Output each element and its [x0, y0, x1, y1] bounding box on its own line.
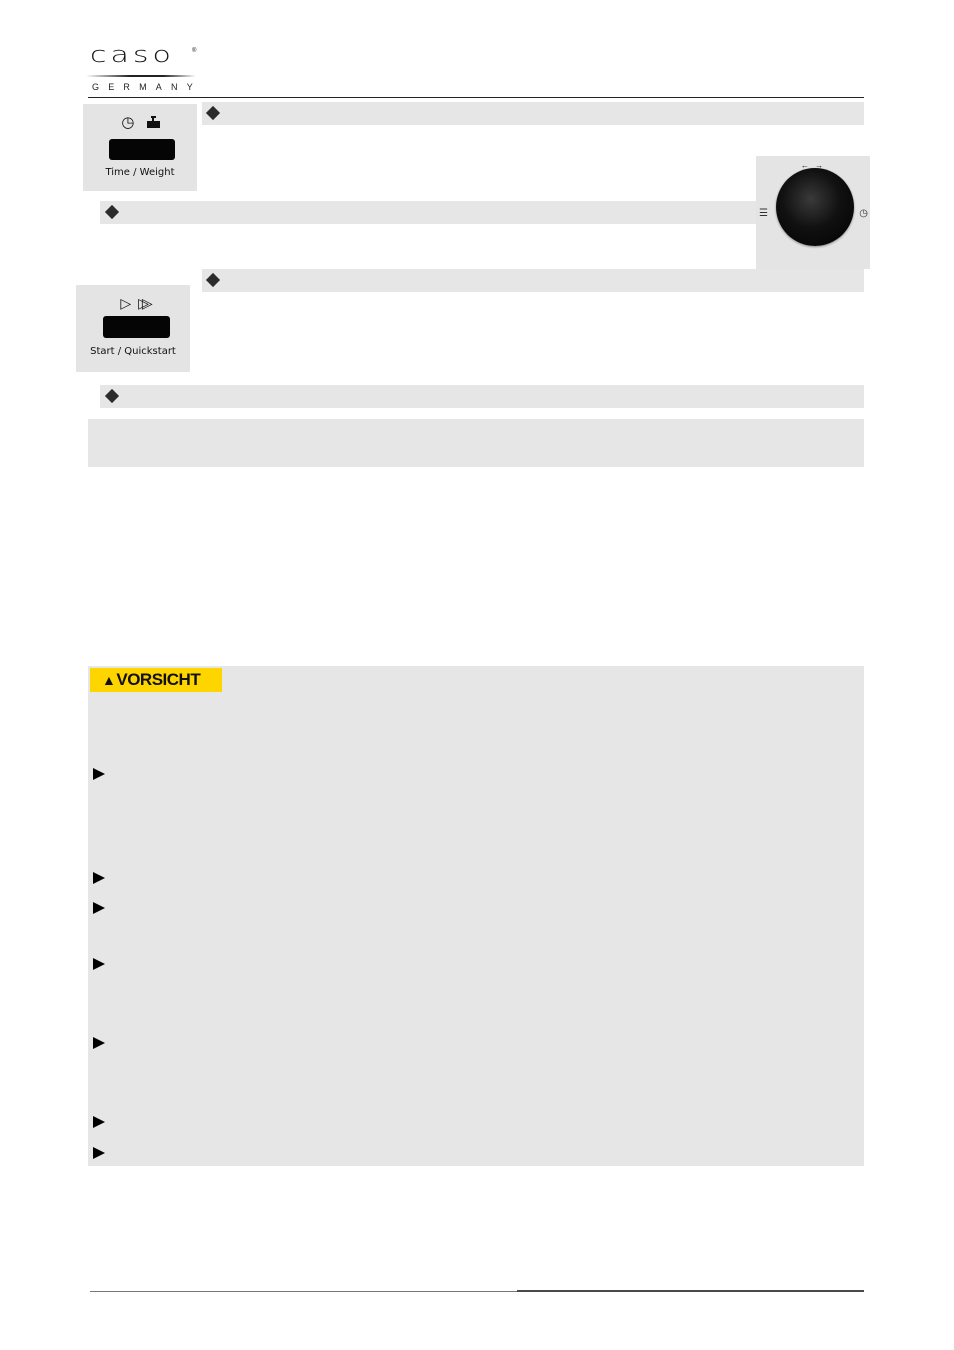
section-heading-bar-4 [100, 385, 864, 408]
logo-wordmark: caso [90, 41, 175, 68]
arrow-bullet-icon [93, 768, 105, 780]
arrow-bullet-icon [93, 958, 105, 970]
caso-logo: caso ® GERMANY [76, 32, 208, 98]
start-quickstart-panel-image: ▷ ▷▷ Start / Quickstart [76, 285, 190, 372]
clock-icon: ◷ [859, 208, 868, 219]
section-heading-bar-1 [202, 102, 864, 125]
caution-box: ▲VORSICHT [88, 666, 864, 1166]
diamond-bullet-icon [205, 105, 221, 121]
diamond-bullet-icon [104, 204, 120, 220]
time-weight-panel-image: ◷ Time / Weight [83, 104, 197, 191]
rotary-knob-panel-image: ← → ☰ ◷ [756, 156, 870, 269]
start-quickstart-button [103, 316, 170, 338]
play-icon: ▷ [120, 295, 132, 311]
start-quickstart-label: Start / Quickstart [90, 346, 176, 357]
arrow-bullet-icon [93, 902, 105, 914]
time-weight-icons: ◷ [83, 114, 197, 132]
arrow-bullet-icon [93, 1147, 105, 1159]
note-box [88, 419, 864, 467]
start-icons: ▷ ▷▷ [76, 294, 190, 312]
warning-triangle-icon: ▲ [102, 672, 116, 688]
time-weight-label: Time / Weight [105, 167, 175, 178]
time-weight-button [109, 139, 175, 160]
footer-divider-right [517, 1290, 864, 1292]
arrow-bullet-icon [93, 1037, 105, 1049]
arrow-bullet-icon [93, 1116, 105, 1128]
diamond-bullet-icon [104, 388, 120, 404]
weight-icon [146, 116, 160, 128]
logo-swoosh [86, 75, 196, 77]
footer-divider-left [90, 1291, 517, 1292]
logo-subtitle: GERMANY [92, 82, 202, 92]
fast-forward-icon: ▷▷ [138, 295, 152, 311]
caution-label: ▲VORSICHT [90, 668, 222, 692]
section-heading-bar-2 [100, 201, 756, 224]
logo-registered-mark: ® [192, 48, 197, 54]
menu-list-icon: ☰ [759, 208, 768, 219]
section-heading-bar-3 [202, 269, 864, 292]
header-divider [88, 97, 864, 98]
clock-icon: ◷ [121, 114, 135, 131]
diamond-bullet-icon [205, 272, 221, 288]
arrow-bullet-icon [93, 872, 105, 884]
rotary-knob [776, 168, 854, 246]
caution-label-text: VORSICHT [116, 670, 201, 689]
